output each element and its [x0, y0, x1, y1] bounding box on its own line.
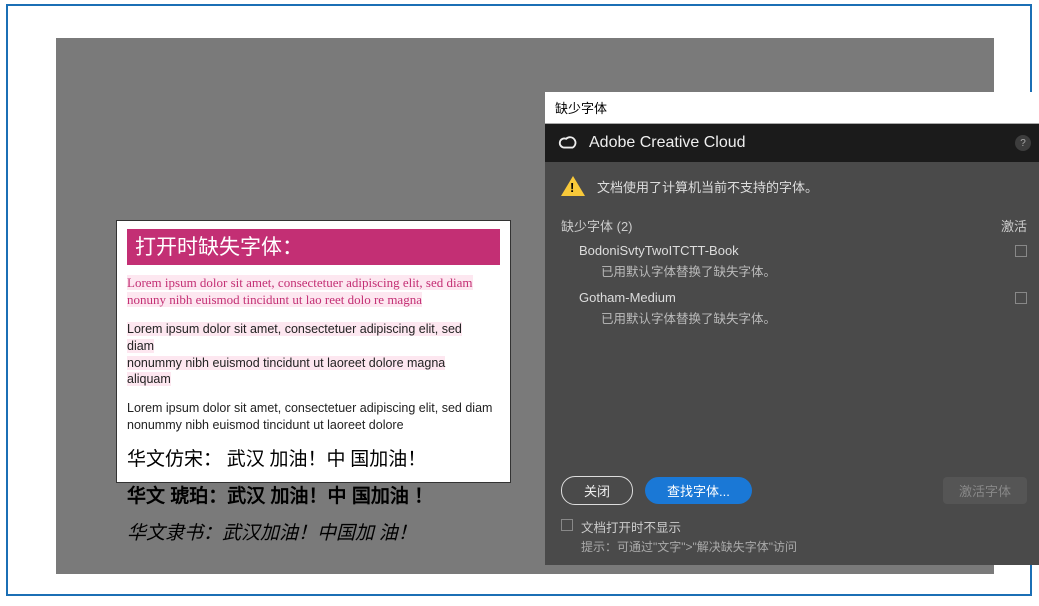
footer-row: 文档打开时不显示 提示：可通过"文字">"解决缺失字体"访问 — [561, 517, 1027, 555]
missing-fonts-dialog: 缺少字体 Adobe Creative Cloud ? 文档使用了计算机当前不支… — [545, 92, 1039, 565]
find-fonts-button[interactable]: 查找字体... — [645, 477, 752, 504]
activate-checkbox[interactable] — [1015, 245, 1027, 257]
creative-cloud-icon — [557, 132, 579, 154]
font-status-label: 已用默认字体替换了缺失字体。 — [601, 308, 1027, 327]
button-row: 关闭 查找字体... 激活字体 — [561, 466, 1027, 505]
font-name-label: Gotham-Medium — [579, 290, 676, 305]
dialog-title: 缺少字体 — [545, 92, 1039, 124]
font-list-header: 缺少字体 (2) 激活 — [561, 216, 1027, 235]
dialog-brand-bar: Adobe Creative Cloud ? — [545, 124, 1039, 162]
warning-icon — [561, 176, 585, 196]
workspace-background: 打开时缺失字体： Lorem ipsum dolor sit amet, con… — [56, 38, 994, 574]
help-icon[interactable]: ? — [1015, 135, 1031, 151]
brand-label: Adobe Creative Cloud — [589, 134, 746, 152]
cn-row-2: 华文 琥珀：武汉 加油！中 国加油 ！ — [127, 481, 500, 508]
outer-frame: 打开时缺失字体： Lorem ipsum dolor sit amet, con… — [6, 4, 1032, 596]
font-item: Gotham-Medium 已用默认字体替换了缺失字体。 — [579, 290, 1027, 327]
footer-hint: 提示：可通过"文字">"解决缺失字体"访问 — [581, 538, 797, 555]
doc-paragraph-1: Lorem ipsum dolor sit amet, consectetuer… — [127, 275, 500, 309]
dont-show-checkbox[interactable] — [561, 519, 573, 531]
dont-show-label: 文档打开时不显示 — [581, 517, 797, 536]
activate-checkbox[interactable] — [1015, 292, 1027, 304]
doc-title: 打开时缺失字体： — [127, 229, 500, 265]
missing-fonts-label: 缺少字体 (2) — [561, 216, 633, 235]
cn-row-1: 华文仿宋： 武汉 加油！中 国加油！ — [127, 444, 500, 471]
font-name-label: BodoniSvtyTwoITCTT-Book — [579, 243, 739, 258]
warning-text: 文档使用了计算机当前不支持的字体。 — [597, 177, 818, 196]
font-item: BodoniSvtyTwoITCTT-Book 已用默认字体替换了缺失字体。 — [579, 243, 1027, 280]
activate-fonts-button[interactable]: 激活字体 — [943, 477, 1027, 504]
doc-paragraph-2: Lorem ipsum dolor sit amet, consectetuer… — [127, 321, 500, 389]
warning-row: 文档使用了计算机当前不支持的字体。 — [561, 176, 1027, 196]
close-button[interactable]: 关闭 — [561, 476, 633, 505]
document-preview: 打开时缺失字体： Lorem ipsum dolor sit amet, con… — [116, 220, 511, 483]
cn-row-3: 华文隶书：武汉加油！中国加 油！ — [127, 518, 500, 545]
font-status-label: 已用默认字体替换了缺失字体。 — [601, 261, 1027, 280]
activate-header: 激活 — [1001, 216, 1027, 235]
doc-paragraph-3: Lorem ipsum dolor sit amet, consectetuer… — [127, 400, 500, 434]
